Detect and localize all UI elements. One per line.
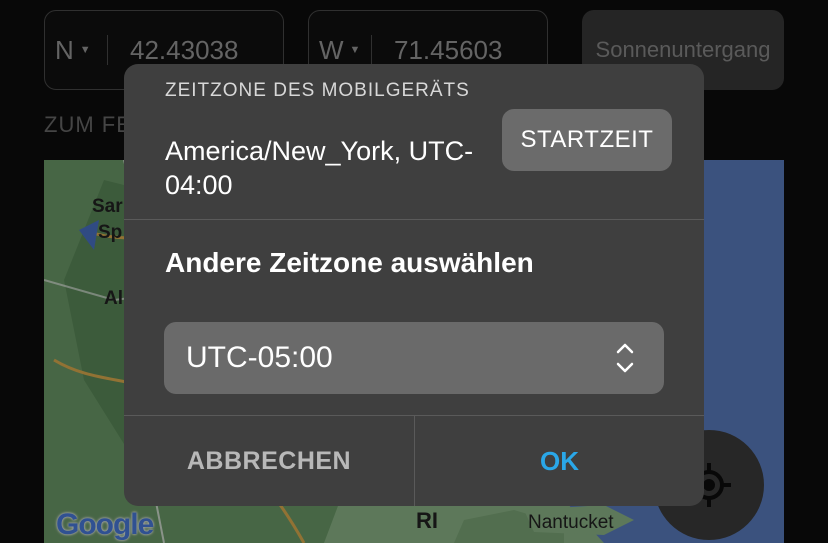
ok-button[interactable]: OK [415, 416, 704, 506]
app-screen: N ▼ 42.43038 W ▼ 71.45603 Sonnenuntergan… [0, 0, 828, 543]
timezone-select[interactable]: UTC-05:00 [164, 322, 664, 394]
timezone-dialog: ZEITZONE DES MOBILGERÄTS America/New_Yor… [124, 64, 704, 506]
cancel-button[interactable]: ABBRECHEN [124, 416, 414, 506]
device-timezone-value: America/New_York, UTC-04:00 [165, 136, 474, 200]
timezone-select-value: UTC-05:00 [186, 341, 333, 374]
chevron-up-down-icon [616, 343, 634, 373]
other-timezone-heading: Andere Zeitzone auswählen [165, 247, 534, 278]
start-time-button[interactable]: STARTZEIT [502, 109, 672, 171]
divider [124, 219, 704, 220]
device-timezone-section: ZEITZONE DES MOBILGERÄTS America/New_Yor… [124, 64, 704, 219]
device-timezone-caption: ZEITZONE DES MOBILGERÄTS [165, 80, 470, 101]
